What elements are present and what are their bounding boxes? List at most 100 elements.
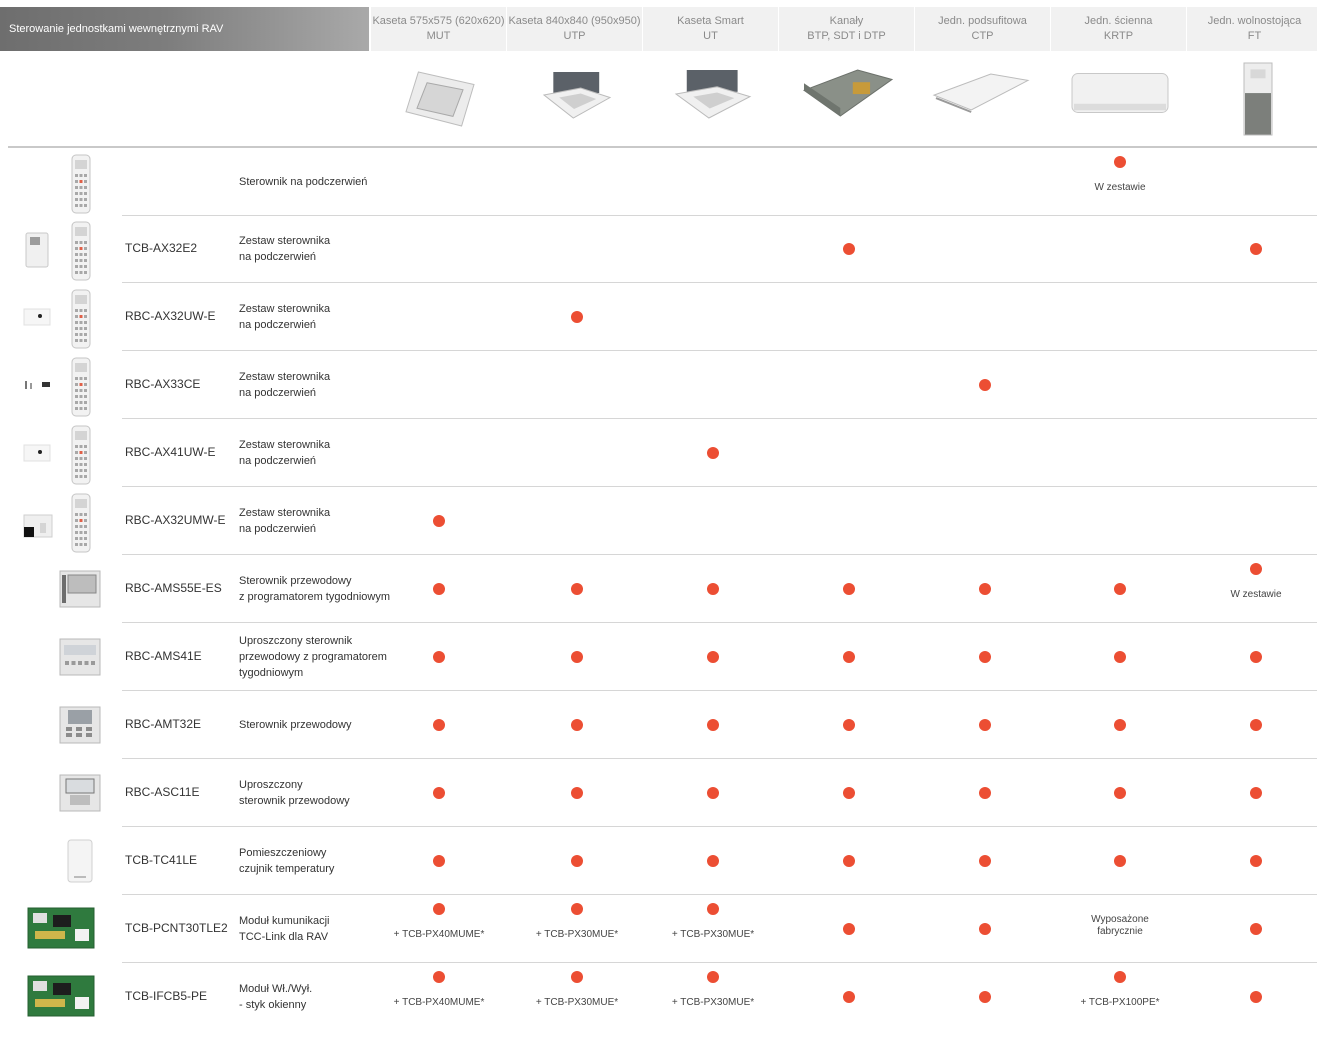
compatibility-dot: [1250, 991, 1262, 1003]
ir-receiver-icon: [25, 232, 49, 268]
compatibility-dot: [1250, 719, 1262, 731]
column-header: Kaseta Smart UT: [643, 7, 778, 51]
description-line: - styk okienny: [239, 999, 307, 1011]
row-divider: [122, 690, 1317, 691]
row-divider: [122, 758, 1317, 759]
compatibility-dot: [433, 855, 445, 867]
cell-note: + TCB-PX30MUE*: [671, 997, 755, 1008]
cell-note: + TCB-PX100PE*: [1080, 997, 1160, 1008]
column-separator: [1186, 7, 1187, 51]
product-description: Zestaw sterownika na podczerwień: [239, 369, 330, 401]
description-line: Sterownik przewodowy: [239, 575, 352, 587]
product-code: TCB-PCNT30TLE2: [125, 921, 228, 935]
row-divider: [122, 826, 1317, 827]
compatibility-dot: [843, 855, 855, 867]
row-divider: [122, 282, 1317, 283]
compatibility-dot: [1114, 855, 1126, 867]
product-description: Zestaw sterownika na podczerwień: [239, 437, 330, 469]
cell-note: + TCB-PX40MUME*: [393, 997, 485, 1008]
row-divider: [122, 418, 1317, 419]
description-line: Pomieszczeniowy: [239, 847, 327, 859]
compatibility-dot: [1250, 563, 1262, 575]
description-line: Moduł Wł./Wył.: [239, 983, 313, 995]
product-description: Uproszczony sterownik przewodowy z progra…: [239, 633, 387, 681]
compatibility-dot: [571, 583, 583, 595]
column-header: Kaseta 575x575 (620x620) MUT: [371, 7, 506, 51]
description-line: przewodowy z programatorem: [239, 651, 387, 663]
ir-remote-icon: [71, 289, 91, 349]
column-header-name: Jedn. wolnostojąca: [1207, 15, 1302, 27]
compatibility-dot: [571, 903, 583, 915]
compatibility-dot: [707, 583, 719, 595]
product-code: TCB-TC41LE: [125, 853, 198, 867]
ir-receiver-icon: [23, 444, 51, 462]
column-header-name: Kanały: [829, 15, 864, 27]
floor-standing-unit-image: [1243, 62, 1273, 136]
description-line: Sterownik na podczerwień: [239, 176, 368, 188]
column-header-name: Jedn. podsufitowa: [938, 15, 1027, 27]
wired-controller-icon: [59, 774, 101, 812]
column-header-model: BTP, SDT i DTP: [807, 30, 886, 42]
description-line: czujnik temperatury: [239, 863, 335, 875]
compatibility-dot: [843, 583, 855, 595]
ir-receiver-icon: [25, 381, 50, 389]
description-line: z programatorem tygodniowym: [239, 591, 391, 603]
row-product-image: [0, 351, 120, 419]
cell-note: Wyposażone fabrycznie: [1055, 914, 1185, 938]
row-divider: [122, 894, 1317, 895]
compatibility-dot: [979, 379, 991, 391]
product-code: RBC-AX32UW-E: [125, 309, 216, 323]
compatibility-dot: [707, 651, 719, 663]
compatibility-dot: [433, 787, 445, 799]
column-header: Kaseta 840x840 (950x950) UTP: [507, 7, 642, 51]
compatibility-dot: [433, 971, 445, 983]
product-code: RBC-AX32UMW-E: [125, 513, 226, 527]
row-divider: [122, 215, 1317, 216]
column-header-model: UT: [703, 30, 718, 42]
product-code: RBC-ASC11E: [125, 785, 200, 799]
compatibility-dot: [571, 311, 583, 323]
cell-note: W zestawie: [1094, 182, 1146, 193]
description-line: na podczerwień: [239, 251, 317, 263]
compatibility-dot: [979, 719, 991, 731]
ir-receiver-icon: [23, 308, 51, 326]
product-description: Zestaw sterownika na podczerwień: [239, 301, 330, 333]
duct-unit-image: [802, 69, 894, 117]
column-header: Jedn. podsufitowa CTP: [915, 7, 1050, 51]
column-separator: [778, 7, 779, 51]
product-description: Zestaw sterownika na podczerwień: [239, 233, 330, 265]
row-product-image: [0, 895, 120, 963]
compatibility-dot: [843, 651, 855, 663]
row-product-image: [0, 691, 120, 759]
description-line: TCC-Link dla RAV: [239, 931, 329, 943]
column-header-model: FT: [1247, 30, 1262, 42]
compatibility-dot: [571, 855, 583, 867]
column-header: Jedn. ścienna KRTP: [1051, 7, 1186, 51]
row-product-image: [0, 487, 120, 555]
compatibility-dot: [979, 651, 991, 663]
table-title-text: Sterowanie jednostkami wewnętrznymi RAV: [9, 23, 224, 35]
column-header-name: Jedn. ścienna: [1084, 15, 1153, 27]
row-product-image: [0, 283, 120, 351]
compatibility-dot: [843, 243, 855, 255]
compatibility-dot: [571, 651, 583, 663]
cell-note-line: fabrycznie: [1097, 926, 1143, 937]
product-code: RBC-AMS41E: [125, 649, 202, 663]
compatibility-dot: [1114, 787, 1126, 799]
product-description: Sterownik przewodowy z programatorem tygo…: [239, 573, 390, 605]
cell-note-line: Wyposażone: [1091, 914, 1149, 925]
cassette-840-image: [542, 72, 612, 119]
product-description: Uproszczony sterownik przewodowy: [239, 777, 350, 809]
ir-remote-icon: [71, 425, 91, 485]
compatibility-dot: [843, 787, 855, 799]
column-separator: [506, 7, 507, 51]
row-divider: [122, 962, 1317, 963]
description-line: na podczerwień: [239, 523, 317, 535]
compatibility-dot: [979, 787, 991, 799]
ir-remote-icon: [71, 154, 91, 214]
compatibility-dot: [707, 787, 719, 799]
description-line: tygodniowym: [239, 667, 304, 679]
description-line: Moduł kumunikacji: [239, 915, 330, 927]
compatibility-dot: [433, 903, 445, 915]
product-description: Sterownik przewodowy: [239, 717, 352, 733]
